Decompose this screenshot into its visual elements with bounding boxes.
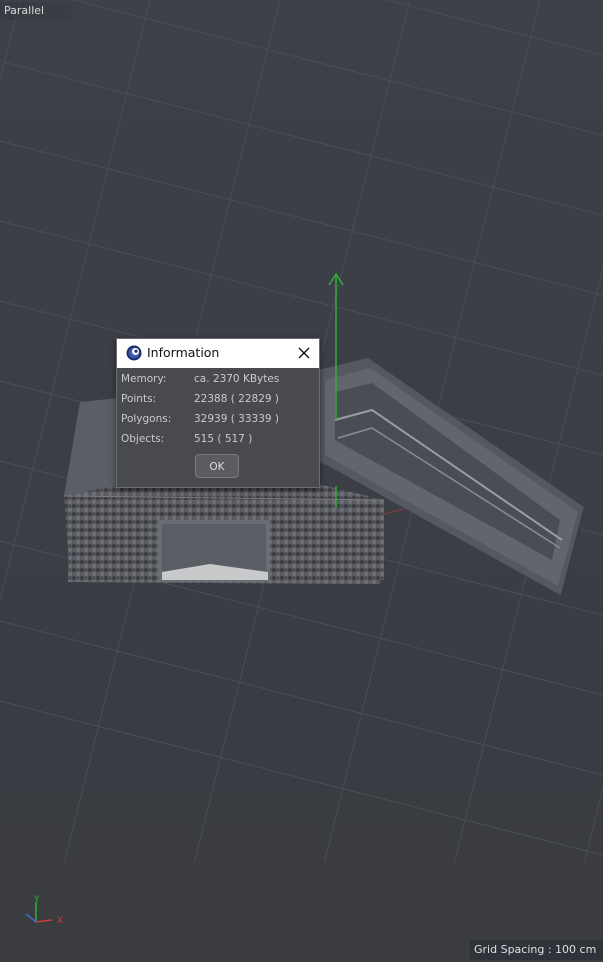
gizmo-z-axis: [25, 913, 37, 923]
info-value: 32939 ( 33339 ): [194, 413, 280, 425]
info-value: 515 ( 517 ): [194, 433, 253, 445]
dialog-titlebar[interactable]: Information: [117, 339, 319, 368]
info-key: Polygons:: [121, 413, 172, 425]
gizmo-y-label: Y: [33, 895, 40, 905]
info-value: ca. 2370 KBytes: [194, 373, 280, 385]
info-value: 22388 ( 22829 ): [194, 393, 280, 405]
dialog-title: Information: [147, 345, 220, 360]
info-row-objects: Objects: 515 ( 517 ): [121, 433, 317, 453]
information-dialog: Information Memory: ca. 2370 KBytes Poin…: [116, 338, 320, 488]
gizmo-x-label: X: [57, 916, 63, 926]
info-key: Objects:: [121, 433, 165, 445]
info-rows: Memory: ca. 2370 KBytes Points: 22388 ( …: [121, 373, 317, 453]
info-row-points: Points: 22388 ( 22829 ): [121, 393, 317, 413]
info-row-polygons: Polygons: 32939 ( 33339 ): [121, 413, 317, 433]
cinema4d-logo-icon: [126, 345, 142, 361]
grid-spacing-readout: Grid Spacing : 100 cm: [470, 940, 603, 960]
close-icon[interactable]: [293, 342, 315, 364]
info-key: Memory:: [121, 373, 167, 385]
info-row-memory: Memory: ca. 2370 KBytes: [121, 373, 317, 393]
info-key: Points:: [121, 393, 157, 405]
gizmo-x-axis: [35, 919, 53, 923]
ok-button[interactable]: OK: [195, 454, 239, 478]
viewport-view-label[interactable]: Parallel: [0, 2, 73, 20]
axis-gizmo: Y X: [16, 894, 72, 930]
